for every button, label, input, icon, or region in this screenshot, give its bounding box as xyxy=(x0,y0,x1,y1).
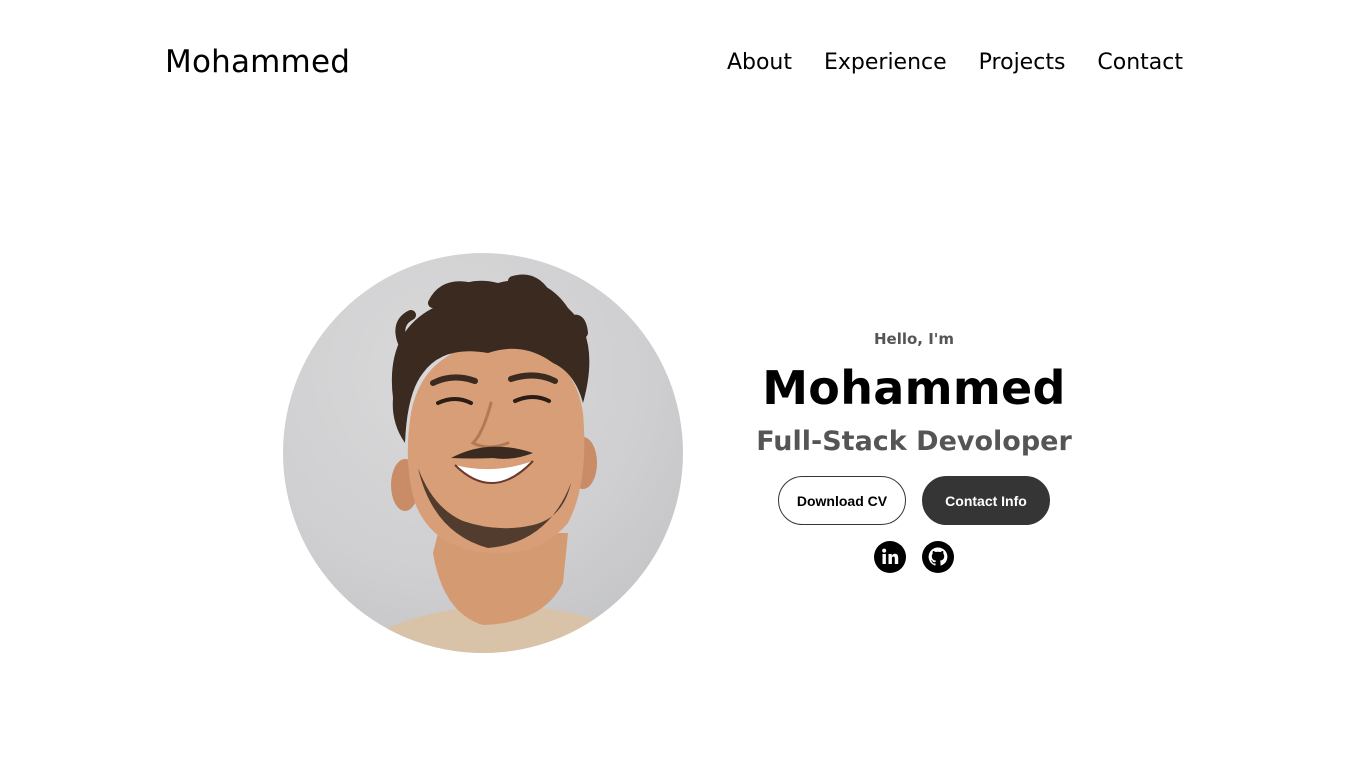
nav-link-experience[interactable]: Experience xyxy=(824,50,947,75)
profile-photo xyxy=(283,253,683,653)
nav-link-contact[interactable]: Contact xyxy=(1097,50,1183,75)
nav-item-projects: Projects xyxy=(979,50,1066,75)
portfolio-page: Mohammed About Experience Projects Conta… xyxy=(0,0,1345,768)
nav-item-experience: Experience xyxy=(824,50,947,75)
github-icon[interactable] xyxy=(922,541,954,573)
nav-item-about: About xyxy=(727,50,792,75)
hero-name: Mohammed xyxy=(762,361,1066,415)
nav-item-contact: Contact xyxy=(1097,50,1183,75)
social-links xyxy=(714,541,1114,573)
hero-text: Hello, I'm Mohammed Full-Stack Devoloper… xyxy=(714,328,1114,573)
nav-links: About Experience Projects Contact xyxy=(727,50,1183,75)
nav-link-projects[interactable]: Projects xyxy=(979,50,1066,75)
hero-buttons: Download CV Contact Info xyxy=(714,476,1114,525)
profile-photo-illustration xyxy=(343,274,663,653)
contact-info-button[interactable]: Contact Info xyxy=(922,476,1050,525)
hero-job-title: Full-Stack Devoloper xyxy=(756,426,1072,457)
download-cv-button[interactable]: Download CV xyxy=(778,476,906,525)
top-nav: Mohammed About Experience Projects Conta… xyxy=(0,0,1345,130)
site-logo[interactable]: Mohammed xyxy=(165,44,350,80)
linkedin-icon[interactable] xyxy=(874,541,906,573)
nav-link-about[interactable]: About xyxy=(727,50,792,75)
hero-greeting: Hello, I'm xyxy=(873,330,955,348)
